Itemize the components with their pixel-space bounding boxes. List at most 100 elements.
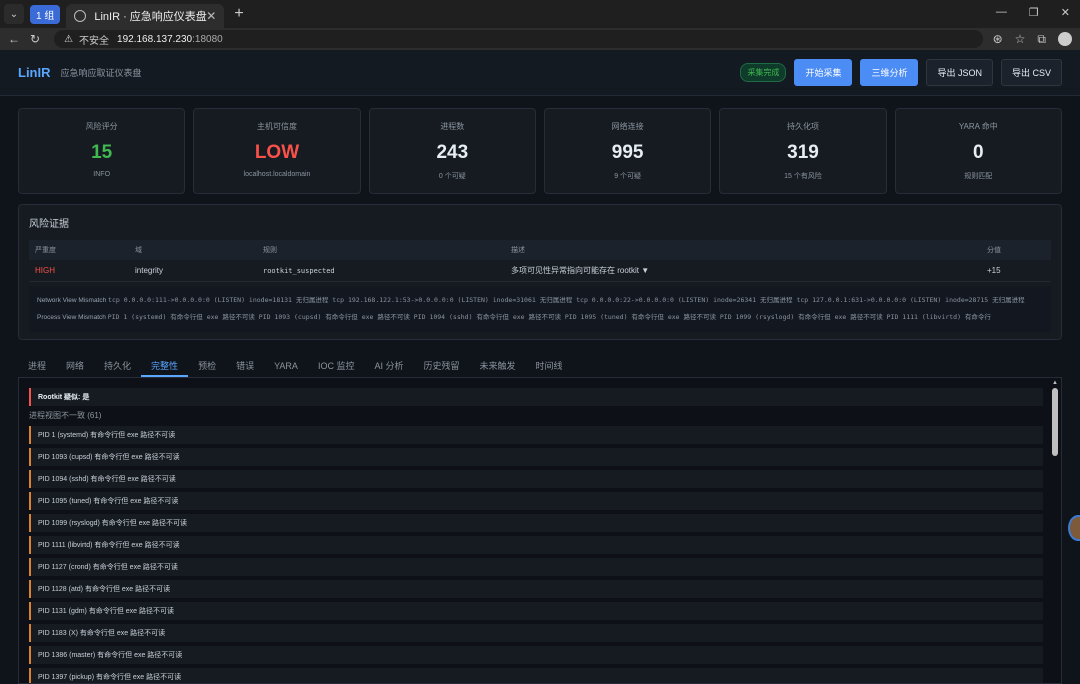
card-label: 进程数 [440,122,465,131]
card-label: 主机可信度 [256,122,297,131]
list-item: PID 1183 (X) 有命令行但 exe 路径不可读 [29,624,1043,642]
export-csv-button[interactable]: 导出 CSV [1000,59,1062,86]
rule-cell: rootkit_suspected [257,260,505,282]
tab-search-icon[interactable]: ⌄ [4,4,24,24]
export-json-button[interactable]: 导出 JSON [926,59,993,86]
process-mismatch-text: PID 1 (systemd) 有命令行但 exe 路径不可读 PID 1093… [107,313,991,321]
section-heading: 进程视图不一致 (61) [29,411,102,420]
col-rule: 规则 [257,240,505,260]
col-severity: 严重度 [29,240,129,260]
app-root: LinIR 应急响应取证仪表盘 采集完成 开始采集 三维分析 导出 JSON 导… [0,50,1080,684]
panel-title: 风险证据 [29,219,69,230]
browser-tab-strip: ⌄ 1 组 LinIR · 应急响应仪表盘 ✕ + — ❐ ✕ [0,0,1080,28]
insecure-label: 不安全 [79,35,110,47]
table-row[interactable]: HIGH integrity rootkit_suspected 多项可见性异常… [29,260,1051,282]
tab-ioc[interactable]: IOC 监控 [308,356,365,377]
address-bar: ← ↻ ⚠ 不安全 192.168.137.230:18080 ⊛ ☆ ⧉ [0,28,1080,50]
score-cell: +15 [981,260,1051,282]
window-close-icon[interactable]: ✕ [1061,6,1070,19]
tab-ai[interactable]: AI 分析 [364,356,413,377]
card-yara-hits: YARA 命中 0 规则匹配 [894,108,1062,194]
tab-history[interactable]: 历史残留 [413,356,469,377]
new-tab-icon[interactable]: + [234,5,243,23]
restore-icon[interactable]: ❐ [1029,6,1039,19]
card-value: LOW [254,142,300,163]
card-value: 15 [91,142,113,163]
tab-group-chip[interactable]: 1 组 [30,4,61,24]
tab-process[interactable]: 进程 [18,356,56,377]
card-value: 243 [436,142,469,163]
tab-persistence[interactable]: 持久化 [94,356,141,377]
card-label: 风险评分 [85,122,118,131]
3d-analysis-button[interactable]: 三维分析 [860,59,919,86]
list-item: PID 1093 (cupsd) 有命令行但 exe 路径不可读 [29,448,1043,466]
app-subtitle: 应急响应取证仪表盘 [60,68,142,78]
tab-errors[interactable]: 错误 [226,356,264,377]
description-cell[interactable]: 多项可见性异常指向可能存在 rootkit ▼ [505,260,981,282]
url-input[interactable]: ⚠ 不安全 192.168.137.230:18080 [54,30,983,48]
network-mismatch-label: Network View Mismatch [37,297,107,304]
list-item: PID 1111 (libvirtd) 有命令行但 exe 路径不可读 [29,536,1043,554]
col-domain: 域 [129,240,257,260]
risk-evidence-panel: 风险证据 严重度 域 规则 描述 分值 HIGH integrity rootk… [18,204,1062,340]
profile-avatar[interactable] [1058,32,1072,46]
tab-integrity[interactable]: 完整性 [141,356,189,377]
list-item: PID 1397 (pickup) 有命令行但 exe 路径不可读 [29,668,1043,683]
tab-future[interactable]: 未来触发 [469,356,525,377]
browser-tab[interactable]: LinIR · 应急响应仪表盘 ✕ [66,4,225,28]
close-icon[interactable]: ✕ [206,9,216,23]
summary-cards: 风险评分 15 INFO 主机可信度 LOW localhost.localdo… [0,96,1080,194]
list-item: PID 1099 (rsyslogd) 有命令行但 exe 路径不可读 [29,514,1043,532]
card-label: 网络连接 [611,122,644,131]
url-port: :18080 [192,33,223,45]
tab-yara[interactable]: YARA [264,356,308,377]
card-label: 持久化项 [786,122,819,131]
card-sub: 0 个可疑 [438,173,466,180]
app-header: LinIR 应急响应取证仪表盘 采集完成 开始采集 三维分析 导出 JSON 导… [0,50,1080,96]
window-controls: — ❐ ✕ [996,6,1070,19]
card-host-trust: 主机可信度 LOW localhost.localdomain [193,108,361,194]
col-description: 描述 [505,240,981,260]
card-persistence: 持久化项 319 15 个有风险 [719,108,887,194]
evidence-details: Network View Mismatch tcp 0.0.0.0:111->0… [29,286,1051,332]
assistant-avatar[interactable] [1068,515,1080,541]
col-score: 分值 [981,240,1051,260]
card-value: 995 [611,142,644,163]
app-logo: LinIR [18,65,51,80]
list-item: PID 1094 (sshd) 有命令行但 exe 路径不可读 [29,470,1043,488]
translate-icon[interactable]: ⊛ [993,32,1003,46]
scrollbar[interactable]: ▲ [1052,380,1058,680]
tab-precheck[interactable]: 预检 [188,356,226,377]
start-collect-button[interactable]: 开始采集 [794,59,853,86]
card-value: 319 [787,142,819,163]
evidence-table: 严重度 域 规则 描述 分值 HIGH integrity rootkit_su… [29,240,1051,282]
card-sub: 15 个有风险 [784,173,822,180]
star-icon[interactable]: ☆ [1015,32,1026,46]
integrity-list: Rootkit 疑似: 是 进程视图不一致 (61) PID 1 (system… [18,378,1062,684]
list-item: PID 1128 (atd) 有命令行但 exe 路径不可读 [29,580,1043,598]
card-sub: localhost.localdomain [243,171,311,178]
domain-cell: integrity [129,260,257,282]
minimize-icon[interactable]: — [996,6,1007,19]
severity-cell: HIGH [29,260,129,282]
process-mismatch-label: Process View Mismatch [37,314,106,321]
reload-icon[interactable]: ↻ [30,32,40,46]
network-mismatch-text: tcp 0.0.0.0:111->0.0.0.0:0 (LISTEN) inod… [108,296,1025,304]
extensions-icon[interactable]: ⧉ [1037,32,1046,47]
card-value: 0 [973,142,984,163]
tab-title: LinIR · 应急响应仪表盘 [94,11,207,23]
url-host: 192.168.137.230 [117,33,193,45]
card-process-count: 进程数 243 0 个可疑 [368,108,536,194]
status-badge: 采集完成 [740,63,787,82]
scroll-up-icon[interactable]: ▲ [1052,380,1058,386]
card-network-connections: 网络连接 995 9 个可疑 [543,108,712,194]
card-risk-score: 风险评分 15 INFO [18,108,186,194]
scrollbar-thumb[interactable] [1052,388,1058,456]
list-item: PID 1131 (gdm) 有命令行但 exe 路径不可读 [29,602,1043,620]
list-item: PID 1095 (tuned) 有命令行但 exe 路径不可读 [29,492,1043,510]
list-item: PID 1 (systemd) 有命令行但 exe 路径不可读 [29,426,1043,444]
back-icon[interactable]: ← [8,32,20,46]
tab-network[interactable]: 网络 [56,356,94,377]
warning-icon: ⚠ [64,33,74,45]
tab-timeline[interactable]: 时间线 [526,356,573,377]
